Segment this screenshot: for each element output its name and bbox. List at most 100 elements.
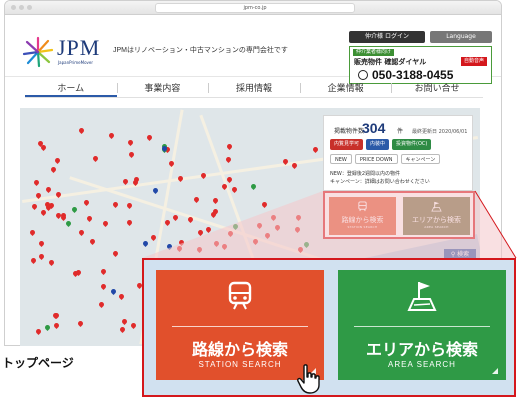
map-pin-icon[interactable]: [110, 287, 118, 296]
map-pin-icon[interactable]: [294, 214, 302, 222]
map-pin-icon[interactable]: [152, 186, 160, 194]
area-search-button[interactable]: エリアから検索 AREA SEARCH: [338, 270, 506, 380]
filter-viewing[interactable]: 内覧見学可: [330, 139, 364, 150]
map-pin-icon[interactable]: [250, 182, 258, 191]
map-pin-icon[interactable]: [221, 243, 229, 251]
map-pin-icon[interactable]: [65, 220, 73, 228]
agent-dial-label: 販売物件 確認ダイヤル: [354, 58, 427, 66]
map-pin-icon[interactable]: [260, 200, 268, 208]
map-pin-icon[interactable]: [149, 234, 157, 242]
map-pin-icon[interactable]: [37, 253, 45, 261]
listing-count-unit: 件: [397, 128, 404, 135]
jpm-logo-icon[interactable]: [21, 35, 55, 69]
map-pin-icon[interactable]: [130, 322, 138, 330]
map-pin-icon[interactable]: [99, 268, 107, 276]
map-pin-icon[interactable]: [78, 127, 86, 135]
map-pin-icon[interactable]: [211, 197, 219, 205]
area-search-title: エリアから検索: [365, 340, 478, 359]
map-pin-icon[interactable]: [311, 145, 319, 153]
sort-campaign[interactable]: キャンペーン: [400, 154, 441, 164]
window-controls[interactable]: [11, 5, 32, 10]
sort-new[interactable]: NEW: [330, 154, 352, 164]
map-pin-icon[interactable]: [39, 208, 47, 216]
map-pin-icon[interactable]: [226, 143, 234, 151]
map-pin-icon[interactable]: [35, 328, 43, 336]
map-pin-icon[interactable]: [88, 237, 97, 245]
search-icon: ⚲: [450, 251, 456, 258]
map-pin-icon[interactable]: [31, 202, 39, 210]
map-pin-icon[interactable]: [226, 175, 234, 183]
map-pin-icon[interactable]: [303, 241, 311, 249]
map-pin-icon[interactable]: [49, 166, 57, 174]
map-pin-icon[interactable]: [269, 213, 277, 221]
station-search-button-small[interactable]: 路線から検索 STATION SEARCH: [329, 197, 396, 235]
map-pin-icon[interactable]: [176, 244, 184, 252]
map-pin-icon[interactable]: [195, 246, 203, 254]
map-pin-icon[interactable]: [145, 133, 154, 141]
map-pin-icon[interactable]: [52, 321, 60, 329]
map-pin-icon[interactable]: [197, 229, 205, 237]
map-pin-icon[interactable]: [108, 132, 116, 140]
map-pin-icon[interactable]: [44, 185, 52, 193]
map-pin-icon[interactable]: [294, 225, 302, 233]
map-pin-icon[interactable]: [127, 150, 135, 158]
map-pin-icon[interactable]: [77, 228, 85, 236]
map-pin-icon[interactable]: [126, 202, 134, 210]
filter-investment[interactable]: 投資物件(OC): [392, 139, 432, 150]
map-pin-icon[interactable]: [165, 243, 173, 251]
address-bar[interactable]: jpm-co.jp: [155, 3, 355, 13]
sort-price-down[interactable]: PRICE DOWN: [354, 154, 398, 164]
area-search-button-small[interactable]: エリアから検索 AREA SEARCH: [403, 197, 470, 235]
map-pin-icon[interactable]: [126, 138, 134, 146]
map-pin-icon[interactable]: [111, 201, 119, 209]
map-pin-icon[interactable]: [230, 185, 238, 194]
map-pin-icon[interactable]: [205, 225, 213, 233]
map-pin-icon[interactable]: [47, 259, 55, 267]
map-pin-icon[interactable]: [97, 301, 105, 309]
nav-recruit[interactable]: 採用情報: [208, 78, 300, 97]
map-pin-icon[interactable]: [30, 257, 38, 265]
filter-renovating[interactable]: 内装中: [366, 139, 390, 150]
nav-company[interactable]: 企業情報: [299, 78, 392, 97]
map-pin-icon[interactable]: [76, 320, 84, 328]
map-pin-icon[interactable]: [117, 292, 125, 301]
map-pin-icon[interactable]: [263, 232, 271, 240]
train-icon: [358, 201, 367, 212]
map-pin-icon[interactable]: [121, 177, 129, 185]
map-pin-icon[interactable]: [176, 175, 184, 183]
map-pin-icon[interactable]: [102, 220, 110, 228]
map-pin-icon[interactable]: [255, 221, 263, 229]
search-panel: 掲載物件数 304 件 最終更新日 2020/06/01 内覧見学可 内装中 投…: [323, 115, 473, 191]
map-pin-icon[interactable]: [120, 317, 128, 325]
map-pin-icon[interactable]: [82, 199, 90, 207]
map-pin-icon[interactable]: [53, 157, 61, 165]
map-pin-icon[interactable]: [43, 324, 52, 332]
map-pin-icon[interactable]: [71, 206, 79, 214]
map-pin-icon[interactable]: [164, 219, 172, 227]
map-pin-icon[interactable]: [111, 249, 119, 257]
nav-contact[interactable]: お問い合せ: [391, 78, 483, 97]
map-pin-icon[interactable]: [142, 240, 150, 248]
map-pin-icon[interactable]: [118, 326, 126, 334]
map-pin-icon[interactable]: [32, 178, 41, 186]
nav-home[interactable]: ホーム: [25, 78, 117, 97]
map-pin-icon[interactable]: [92, 155, 100, 163]
language-button[interactable]: Language: [430, 31, 492, 43]
map-pin-icon[interactable]: [85, 214, 93, 223]
map-pin-icon[interactable]: [99, 282, 108, 291]
area-flag-icon: [431, 201, 442, 212]
map-pin-icon[interactable]: [28, 229, 37, 237]
agent-login-button[interactable]: 仲介様 ログイン: [349, 31, 425, 43]
nav-business[interactable]: 事業内容: [116, 78, 209, 97]
map-pin-icon[interactable]: [193, 196, 201, 204]
map-pin-icon[interactable]: [37, 239, 45, 247]
map-pin-icon[interactable]: [224, 155, 232, 163]
last-updated: 最終更新日 2020/06/01: [412, 129, 468, 135]
area-flag-icon: [407, 282, 437, 311]
map-pin-icon[interactable]: [274, 223, 282, 231]
train-icon: [228, 281, 252, 310]
logo-text[interactable]: JPM: [57, 35, 100, 61]
map-pin-icon[interactable]: [213, 240, 221, 248]
map-pin-icon[interactable]: [172, 214, 180, 222]
map-pin-icon[interactable]: [126, 218, 134, 227]
